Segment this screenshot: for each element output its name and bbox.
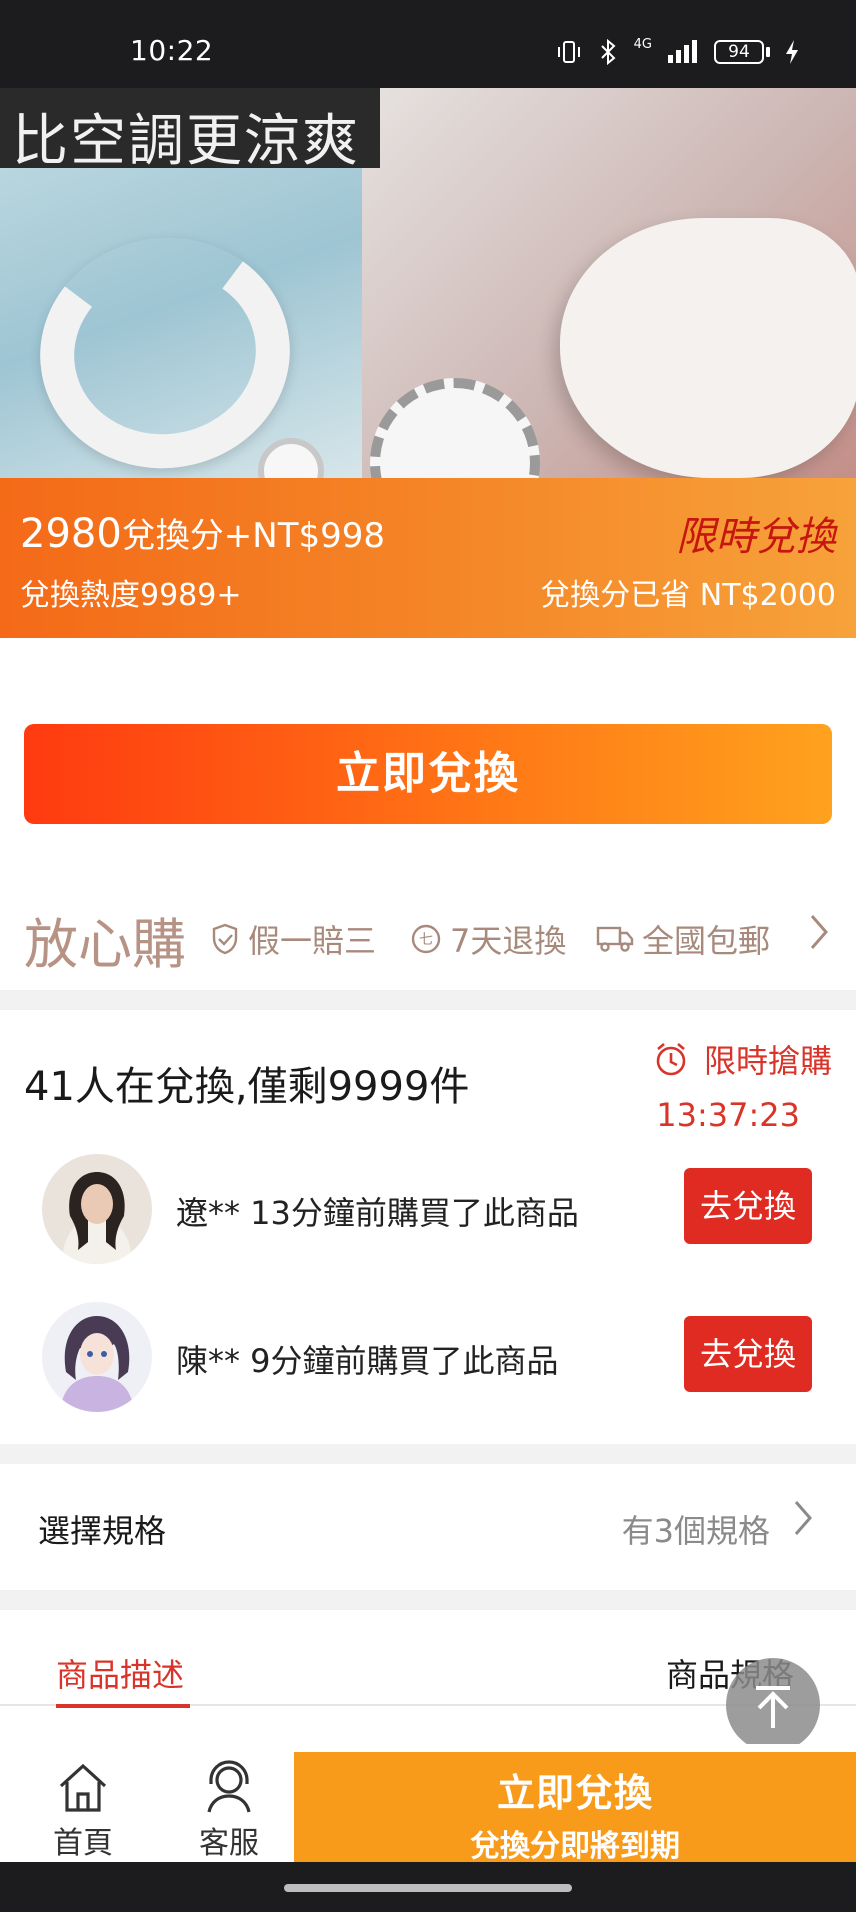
assurance-label: 7天退換 [450, 922, 567, 960]
tab-description[interactable]: 商品描述 [56, 1650, 184, 1696]
product-image-carousel[interactable]: 比空調更涼爽 [0, 88, 856, 478]
flash-sale: 限時搶購 13:37:23 [652, 1036, 832, 1134]
assurance-label: 全國包郵 [642, 922, 771, 960]
redeeming-count: 41人在兌換,僅剩9999件 [24, 1064, 470, 1110]
active-tab-indicator [56, 1704, 190, 1708]
price-line: 2980兌換分+NT$998 [20, 508, 385, 557]
flash-sale-label: 限時搶購 [652, 1036, 832, 1082]
battery-icon: 94 [714, 40, 770, 64]
status-time: 10:22 [130, 34, 214, 67]
status-icons: 4G 94 [556, 36, 800, 66]
alarm-clock-icon [656, 1043, 686, 1076]
network-type-label: 4G [633, 36, 652, 52]
assurance-item-7day-return: 七 7天退換 [410, 916, 566, 962]
arrow-up-icon [756, 1686, 790, 1728]
limited-time-label: 限時兌換 [676, 514, 836, 560]
home-icon [59, 1763, 107, 1812]
nav-home[interactable]: 首頁 [28, 1760, 138, 1862]
assurance-heading: 放心購 [24, 913, 186, 976]
buyer-row: 陳** 9分鐘前購買了此商品 去兌換 [0, 1292, 856, 1412]
avatar [42, 1154, 152, 1264]
redeem-now-button[interactable]: 立即兌換 [24, 724, 832, 824]
bluetooth-icon [600, 38, 616, 66]
status-bar: 10:22 4G 94 [0, 0, 856, 88]
seven-days-icon: 七 [411, 924, 441, 954]
truck-icon [596, 926, 634, 952]
spec-selector[interactable]: 選擇規格 有3個規格 [0, 1464, 856, 1590]
avatar [42, 1302, 152, 1412]
price-suffix: 兌換分+NT$998 [121, 516, 386, 556]
buyer-row: 遼** 13分鐘前購買了此商品 去兌換 [0, 1144, 856, 1264]
scroll-to-top-button[interactable] [726, 1658, 820, 1752]
buyer-text: 遼** 13分鐘前購買了此商品 [176, 1194, 579, 1232]
assurance-item-free-shipping: 全國包郵 [596, 916, 770, 962]
price-banner: 2980兌換分+NT$998 兌換熱度9989+ 限時兌換 兌換分已省 NT$2… [0, 478, 856, 638]
cta-secondary-label: 兌換分即將到期 [470, 1829, 680, 1864]
vibrate-icon [557, 41, 580, 63]
nav-service-label: 客服 [199, 1826, 259, 1861]
points-saved: 兌換分已省 NT$2000 [540, 578, 836, 613]
assurance-item-fake-compensation: 假一賠三 [210, 916, 376, 962]
spec-count: 有3個規格 [621, 1512, 770, 1550]
nav-customer-service[interactable]: 客服 [174, 1760, 284, 1862]
home-gesture-handle[interactable] [284, 1884, 572, 1892]
cta-primary-label: 立即兌換 [496, 1771, 653, 1815]
redeem-heat: 兌換熱度9989+ [20, 578, 242, 613]
go-redeem-button[interactable]: 去兌換 [684, 1316, 812, 1392]
redeem-now-bottom-button[interactable]: 立即兌換 兌換分即將到期 [294, 1752, 856, 1864]
assurance-label: 假一賠三 [248, 922, 377, 960]
go-redeem-button[interactable]: 去兌換 [684, 1168, 812, 1244]
flash-sale-text: 限時搶購 [703, 1042, 832, 1080]
svg-text:七: 七 [419, 932, 433, 948]
hand-holding-fan-illustration [560, 218, 856, 478]
shield-check-icon [212, 923, 238, 955]
charging-bolt-icon [786, 40, 798, 64]
countdown-timer: 13:37:23 [656, 1096, 800, 1134]
product-page: 10:22 4G 94 比空調更涼爽 2980兌換分+NT$998 兌換熱度99… [0, 0, 856, 1912]
buyer-text: 陳** 9分鐘前購買了此商品 [176, 1342, 559, 1380]
chevron-right-icon [808, 912, 832, 962]
hero-title-band: 比空調更涼爽 [0, 88, 380, 174]
chevron-right-icon [792, 1498, 816, 1549]
system-navigation-bar [0, 1862, 856, 1912]
headset-icon [207, 1760, 251, 1813]
points-value: 2980 [20, 511, 122, 557]
signal-icon [668, 40, 697, 63]
hero-title: 比空調更涼爽 [12, 109, 360, 174]
nav-home-label: 首頁 [53, 1826, 113, 1861]
spec-label: 選擇規格 [38, 1512, 167, 1550]
battery-level: 94 [714, 40, 764, 64]
assurance-row[interactable]: 放心購 假一賠三 七 7天退換 全國包郵 [0, 880, 856, 990]
